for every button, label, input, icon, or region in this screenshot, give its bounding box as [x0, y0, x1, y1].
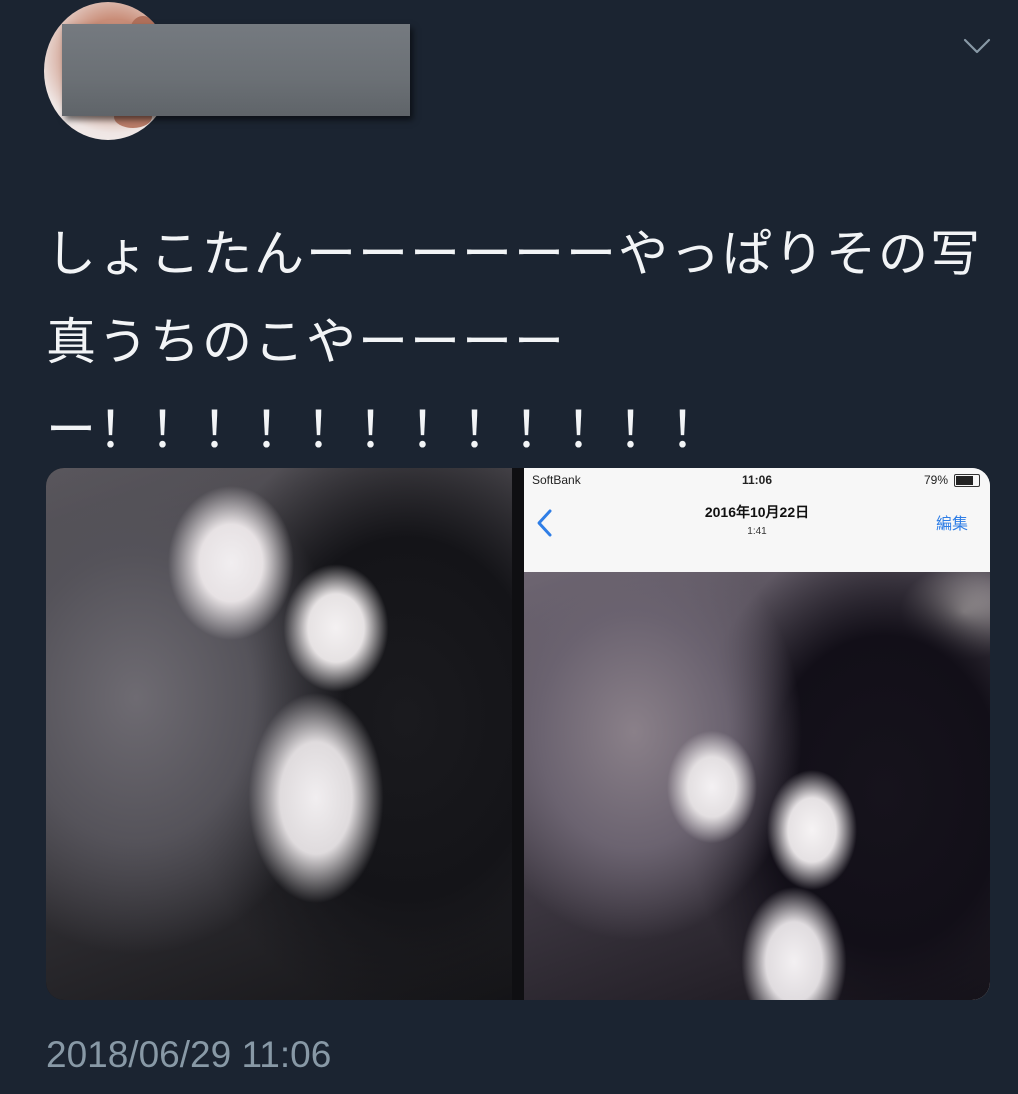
photo-time: 1:41: [747, 526, 767, 537]
cats-photo[interactable]: [46, 468, 512, 1000]
tweet-text: しょこたんーーーーーーやっぱりその写真うちのこやーーーーー！！！！！！！！！！！…: [46, 225, 982, 459]
battery-percent: 79%: [923, 473, 948, 487]
cats-photo-in-screenshot: [524, 572, 990, 1000]
edit-button: 編集: [935, 516, 968, 533]
status-time: 11:06: [741, 473, 773, 487]
phone-screenshot-photo[interactable]: SoftBank 11:06 79% 2016年10月22日 1:41 編集: [524, 468, 990, 1000]
tweet-timestamp[interactable]: 2018/06/29 11:06: [46, 1034, 331, 1076]
media-grid: SoftBank 11:06 79% 2016年10月22日 1:41 編集: [46, 468, 990, 1000]
battery-icon: [954, 474, 980, 487]
redacted-username: [62, 24, 410, 116]
phone-nav-bar: 2016年10月22日 1:41 編集: [524, 492, 990, 573]
photo-date: 2016年10月22日: [704, 504, 810, 520]
tweet-card: しょこたんーーーーーーやっぱりその写真うちのこやーーーーー！！！！！！！！！！！…: [0, 0, 1018, 1094]
phone-status-bar: SoftBank 11:06 79%: [524, 468, 990, 492]
chevron-down-icon[interactable]: [962, 36, 992, 56]
battery-fill: [956, 476, 973, 485]
